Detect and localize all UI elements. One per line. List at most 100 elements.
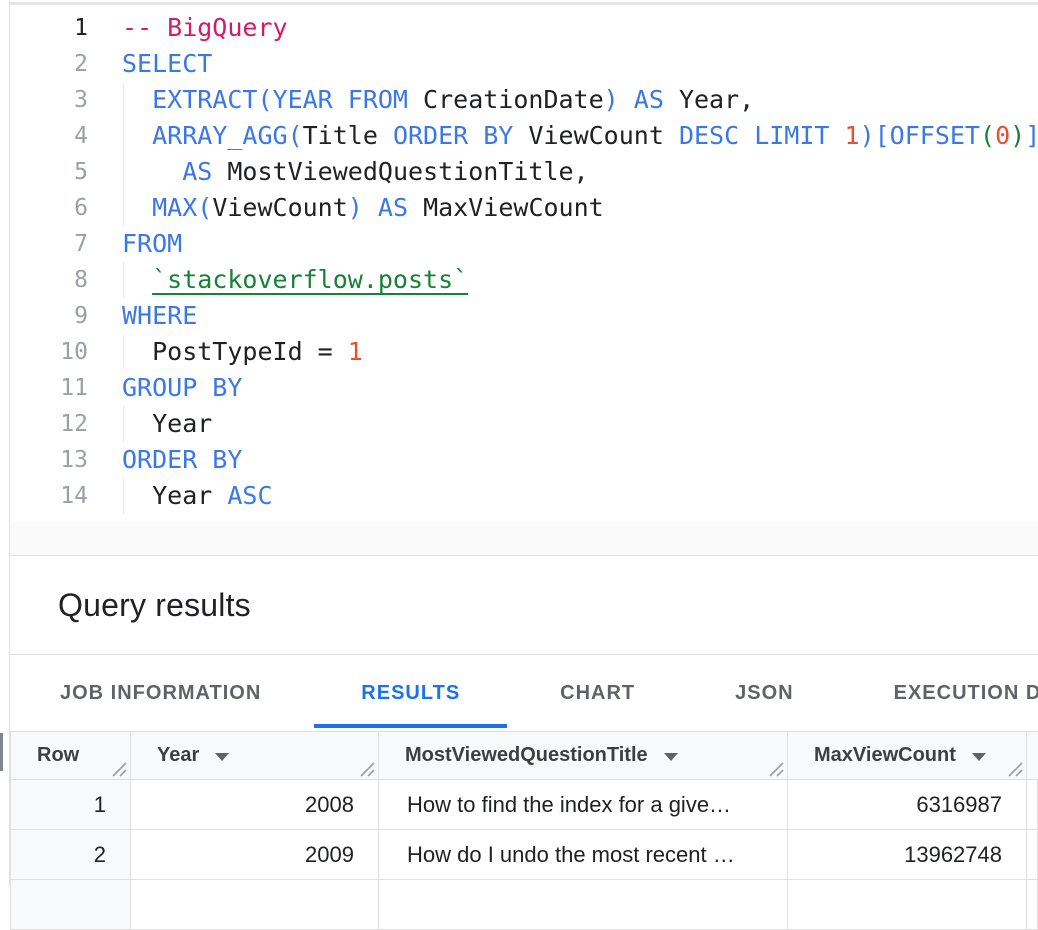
editor-top-border bbox=[10, 2, 1038, 5]
code-line[interactable]: 11 GROUP BY bbox=[10, 370, 1038, 406]
code-line[interactable]: 7 FROM bbox=[10, 226, 1038, 262]
cell-empty bbox=[1027, 880, 1038, 930]
line-number: 6 bbox=[10, 190, 110, 226]
tab-label: JOB INFORMATION bbox=[60, 682, 261, 705]
column-resize-icon[interactable] bbox=[359, 760, 375, 776]
column-header-maxviewcount[interactable]: MaxViewCount bbox=[788, 732, 1027, 780]
tab-label: EXECUTION DETAILS bbox=[894, 682, 1038, 705]
sort-dropdown-icon[interactable] bbox=[972, 753, 986, 761]
line-number: 1 bbox=[10, 10, 110, 46]
cell-mostviewedquestiontitle: How do I undo the most recent … bbox=[379, 830, 788, 880]
indent-guide-icon bbox=[123, 478, 124, 514]
results-tabs: JOB INFORMATION RESULTS CHART JSON EXECUTION… bbox=[10, 655, 1038, 731]
code-text: ARRAY_AGG(Title ORDER BY ViewCount DESC … bbox=[122, 118, 1038, 154]
column-header-label: Year bbox=[157, 744, 199, 767]
column-header-mostviewedquestiontitle[interactable]: MostViewedQuestionTitle bbox=[379, 732, 788, 780]
tab-chart[interactable]: CHART bbox=[510, 655, 685, 731]
line-number: 2 bbox=[10, 46, 110, 82]
cell-row: 2 bbox=[11, 830, 131, 880]
tab-json[interactable]: JSON bbox=[685, 655, 843, 731]
column-header-label: Row bbox=[37, 744, 79, 767]
line-number: 5 bbox=[10, 154, 110, 190]
cell-overflow bbox=[1027, 830, 1038, 880]
sql-editor[interactable]: 1-- BigQuery2SELECT3 EXTRACT(YEAR FROM C… bbox=[10, 0, 1038, 522]
cell-maxviewcount: 13962748 bbox=[788, 830, 1027, 880]
tab-label: CHART bbox=[560, 682, 635, 705]
indent-guide-icon bbox=[123, 406, 124, 442]
code-lines: 1-- BigQuery2SELECT3 EXTRACT(YEAR FROM C… bbox=[10, 10, 1038, 514]
code-line[interactable]: 12 Year bbox=[10, 406, 1038, 442]
results-table: Row Year MostViewedQuestionTitle MaxViewCou… bbox=[10, 731, 1038, 930]
line-number: 8 bbox=[10, 262, 110, 298]
table-row: 12008How to find the index for a give…63… bbox=[11, 780, 1038, 830]
cell-year: 2009 bbox=[131, 830, 379, 880]
column-resize-icon[interactable] bbox=[768, 760, 784, 776]
cell-maxviewcount: 6316987 bbox=[788, 780, 1027, 830]
code-line[interactable]: 14 Year ASC bbox=[10, 478, 1038, 514]
cell-mostviewedquestiontitle: How to find the index for a give… bbox=[379, 780, 788, 830]
table-row: 22009How do I undo the most recent …1396… bbox=[11, 830, 1038, 880]
code-line[interactable]: 5 AS MostViewedQuestionTitle, bbox=[10, 154, 1038, 190]
indent-guide-icon bbox=[123, 82, 124, 118]
tab-results[interactable]: RESULTS bbox=[311, 655, 510, 731]
code-line[interactable]: 9 WHERE bbox=[10, 298, 1038, 334]
line-number: 10 bbox=[10, 334, 110, 370]
cell-empty bbox=[379, 880, 788, 930]
code-text: EXTRACT(YEAR FROM CreationDate) AS Year, bbox=[122, 82, 754, 118]
cell-year: 2008 bbox=[131, 780, 379, 830]
line-number: 13 bbox=[10, 442, 110, 478]
cell-overflow bbox=[1027, 780, 1038, 830]
column-header-year[interactable]: Year bbox=[131, 732, 379, 780]
bigquery-results-page: { "colors":{ "keyword":"#3b78e7","commen… bbox=[0, 0, 1038, 886]
code-text: -- BigQuery bbox=[122, 10, 288, 46]
indent-guide-icon bbox=[123, 154, 124, 190]
editor-bottom-strip bbox=[10, 522, 1038, 556]
line-number: 12 bbox=[10, 406, 110, 442]
code-text: Year bbox=[122, 406, 212, 442]
tab-execution-details[interactable]: EXECUTION DETAILS bbox=[844, 655, 1038, 731]
code-text: AS MostViewedQuestionTitle, bbox=[122, 154, 589, 190]
column-header-label: MostViewedQuestionTitle bbox=[405, 744, 648, 767]
tab-label: JSON bbox=[735, 682, 793, 705]
cell-empty bbox=[131, 880, 379, 930]
code-text: FROM bbox=[122, 226, 182, 262]
code-text: GROUP BY bbox=[122, 370, 242, 406]
vertical-scrollbar-thumb[interactable] bbox=[0, 733, 3, 771]
line-number: 4 bbox=[10, 118, 110, 154]
code-line[interactable]: 10 PostTypeId = 1 bbox=[10, 334, 1038, 370]
line-number: 9 bbox=[10, 298, 110, 334]
panel-left-border bbox=[9, 0, 10, 886]
table-header-row: Row Year MostViewedQuestionTitle MaxViewCou… bbox=[11, 732, 1038, 780]
indent-guide-icon bbox=[123, 118, 124, 154]
tab-job-information[interactable]: JOB INFORMATION bbox=[10, 655, 311, 731]
tab-label: RESULTS bbox=[361, 682, 460, 705]
code-text: `stackoverflow.posts` bbox=[122, 262, 468, 298]
code-line[interactable]: 3 EXTRACT(YEAR FROM CreationDate) AS Yea… bbox=[10, 82, 1038, 118]
code-text: ORDER BY bbox=[122, 442, 242, 478]
code-line[interactable]: 4 ARRAY_AGG(Title ORDER BY ViewCount DES… bbox=[10, 118, 1038, 154]
code-line[interactable]: 13 ORDER BY bbox=[10, 442, 1038, 478]
code-line[interactable]: 1 -- BigQuery bbox=[10, 10, 1038, 46]
sort-dropdown-icon[interactable] bbox=[664, 753, 678, 761]
column-header-row[interactable]: Row bbox=[11, 732, 131, 780]
line-number: 7 bbox=[10, 226, 110, 262]
column-resize-icon[interactable] bbox=[111, 760, 127, 776]
code-line[interactable]: 8 `stackoverflow.posts` bbox=[10, 262, 1038, 298]
code-text: WHERE bbox=[122, 298, 197, 334]
line-number: 11 bbox=[10, 370, 110, 406]
code-text: MAX(ViewCount) AS MaxViewCount bbox=[122, 190, 604, 226]
cell-empty bbox=[788, 880, 1027, 930]
table-row-partial bbox=[11, 880, 1038, 930]
line-number: 3 bbox=[10, 82, 110, 118]
column-header-label: MaxViewCount bbox=[814, 744, 956, 767]
page-title: Query results bbox=[10, 587, 251, 624]
sort-dropdown-icon[interactable] bbox=[215, 753, 229, 761]
indent-guide-icon bbox=[123, 334, 124, 370]
column-resize-icon[interactable] bbox=[1007, 760, 1023, 776]
code-text: Year ASC bbox=[122, 478, 273, 514]
cell-empty bbox=[11, 880, 131, 930]
code-line[interactable]: 2 SELECT bbox=[10, 46, 1038, 82]
query-results-header: Query results bbox=[10, 556, 1038, 655]
code-text: SELECT bbox=[122, 46, 212, 82]
code-line[interactable]: 6 MAX(ViewCount) AS MaxViewCount bbox=[10, 190, 1038, 226]
